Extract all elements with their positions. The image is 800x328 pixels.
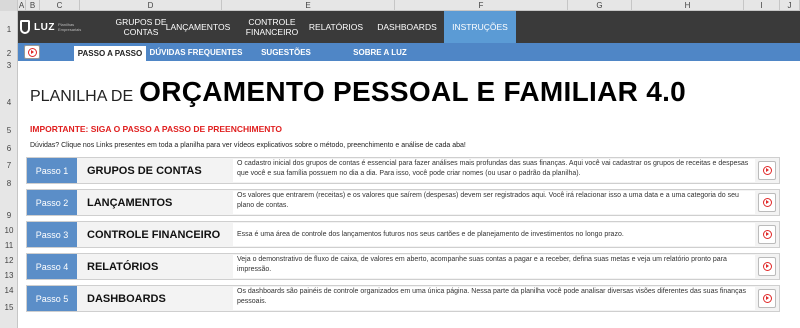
select-all-corner[interactable]: [0, 0, 18, 11]
step-video-button[interactable]: [758, 161, 776, 180]
step-number: Passo 2: [27, 190, 77, 215]
step-video-button[interactable]: [758, 257, 776, 276]
top-navigation: LUZ Planilhas Empresariais GRUPOS DE CON…: [18, 11, 800, 43]
column-header-i[interactable]: I: [744, 0, 780, 11]
step-video-button[interactable]: [758, 289, 776, 308]
important-notice: IMPORTANTE: SIGA O PASSO A PASSO DE PREE…: [30, 124, 283, 134]
nav-relatorios[interactable]: RELATÓRIOS: [306, 11, 366, 43]
column-header-f[interactable]: F: [395, 0, 568, 11]
row-header[interactable]: 9: [0, 211, 18, 220]
sub-navigation: PASSO A PASSO DÚVIDAS FREQUENTES SUGESTÕ…: [18, 43, 800, 61]
luz-logo: LUZ Planilhas Empresariais: [20, 15, 82, 39]
step-description: Os valores que entrarem (receitas) e os …: [233, 191, 755, 214]
nav-item-label: CONTROLE FINANCEIRO: [245, 17, 299, 37]
row-header[interactable]: 1: [0, 25, 18, 34]
tab-sugestoes[interactable]: SUGESTÕES: [250, 43, 322, 61]
row-header[interactable]: 15: [0, 303, 18, 312]
step-number: Passo 5: [27, 286, 77, 311]
play-icon: [762, 230, 772, 239]
row-header[interactable]: 14: [0, 286, 18, 295]
row-header[interactable]: 2: [0, 49, 18, 58]
row-header[interactable]: 4: [0, 98, 18, 107]
nav-controle-financeiro[interactable]: CONTROLE FINANCEIRO: [242, 11, 302, 43]
step-description: Os dashboards são painéis de controle or…: [233, 287, 755, 310]
step-video-button[interactable]: [758, 193, 776, 212]
step-description: Essa é uma área de controle dos lançamen…: [233, 223, 755, 246]
step-row-3: Passo 3 CONTROLE FINANCEIRO Essa é uma á…: [26, 221, 780, 248]
row-header[interactable]: 10: [0, 226, 18, 235]
play-icon: [27, 47, 37, 57]
step-name: RELATÓRIOS: [87, 260, 159, 273]
title-prefix: PLANILHA DE: [30, 88, 134, 105]
title-main: ORÇAMENTO PESSOAL E FAMILIAR 4.0: [139, 76, 687, 107]
doubts-text: Dúvidas? Clique nos Links presentes em t…: [30, 142, 466, 149]
row-header[interactable]: 7: [0, 161, 18, 170]
column-header-g[interactable]: G: [568, 0, 632, 11]
play-icon: [762, 294, 772, 303]
logo-subtitle: Planilhas Empresariais: [57, 22, 82, 32]
row-headers: 1 2 3 4 5 6 7 8 9 10 11 12 13 14 15: [0, 11, 18, 328]
step-name: DASHBOARDS: [87, 292, 166, 305]
step-row-5: Passo 5 DASHBOARDS Os dashboards são pai…: [26, 285, 780, 312]
tab-sobre-a-luz[interactable]: SOBRE A LUZ: [338, 43, 422, 61]
tab-passo-a-passo[interactable]: PASSO A PASSO: [74, 46, 146, 61]
row-header[interactable]: 5: [0, 126, 18, 135]
nav-item-label: DASHBOARDS: [377, 22, 437, 32]
column-header-e[interactable]: E: [222, 0, 395, 11]
nav-instrucoes[interactable]: INSTRUÇÕES: [444, 11, 516, 43]
page-title: PLANILHA DE ORÇAMENTO PESSOAL E FAMILIAR…: [30, 76, 686, 108]
play-icon: [762, 198, 772, 207]
tab-label: PASSO A PASSO: [77, 49, 143, 58]
row-header[interactable]: 3: [0, 61, 18, 70]
step-row-1: Passo 1 GRUPOS DE CONTAS O cadastro inic…: [26, 157, 780, 184]
step-description: Veja o demonstrativo de fluxo de caixa, …: [233, 255, 755, 278]
nav-lancamentos[interactable]: LANÇAMENTOS: [164, 11, 232, 43]
column-header-h[interactable]: H: [632, 0, 744, 11]
column-header-a[interactable]: A: [18, 0, 26, 11]
logo-text: LUZ: [34, 21, 55, 33]
tab-label: DÚVIDAS FREQUENTES: [149, 47, 243, 57]
step-description: O cadastro inicial dos grupos de contas …: [233, 159, 755, 182]
column-header-b[interactable]: B: [26, 0, 40, 11]
luz-logo-icon: [20, 20, 30, 34]
nav-item-label: INSTRUÇÕES: [452, 22, 508, 32]
step-row-4: Passo 4 RELATÓRIOS Veja o demonstrativo …: [26, 253, 780, 280]
play-icon: [762, 166, 772, 175]
step-video-button[interactable]: [758, 225, 776, 244]
video-play-button[interactable]: [24, 45, 40, 59]
step-number: Passo 1: [27, 158, 77, 183]
row-header[interactable]: 6: [0, 144, 18, 153]
column-header-c[interactable]: C: [40, 0, 80, 11]
step-name: GRUPOS DE CONTAS: [87, 164, 202, 177]
tab-label: SUGESTÕES: [261, 47, 311, 57]
row-header[interactable]: 8: [0, 179, 18, 188]
step-row-2: Passo 2 LANÇAMENTOS Os valores que entra…: [26, 189, 780, 216]
column-header-j[interactable]: J: [780, 0, 800, 11]
column-headers: A B C D E F G H I J: [0, 0, 800, 11]
nav-item-label: RELATÓRIOS: [308, 22, 364, 32]
step-name: LANÇAMENTOS: [87, 196, 173, 209]
step-name: CONTROLE FINANCEIRO: [87, 228, 221, 241]
column-header-d[interactable]: D: [80, 0, 222, 11]
tab-label: SOBRE A LUZ: [353, 47, 407, 57]
tab-duvidas-frequentes[interactable]: DÚVIDAS FREQUENTES: [144, 43, 248, 61]
nav-dashboards[interactable]: DASHBOARDS: [370, 11, 444, 43]
row-header[interactable]: 11: [0, 241, 18, 250]
play-icon: [762, 262, 772, 271]
nav-item-label: LANÇAMENTOS: [165, 22, 231, 32]
row-header[interactable]: 13: [0, 271, 18, 280]
step-number: Passo 3: [27, 222, 77, 247]
row-header[interactable]: 12: [0, 256, 18, 265]
step-number: Passo 4: [27, 254, 77, 279]
